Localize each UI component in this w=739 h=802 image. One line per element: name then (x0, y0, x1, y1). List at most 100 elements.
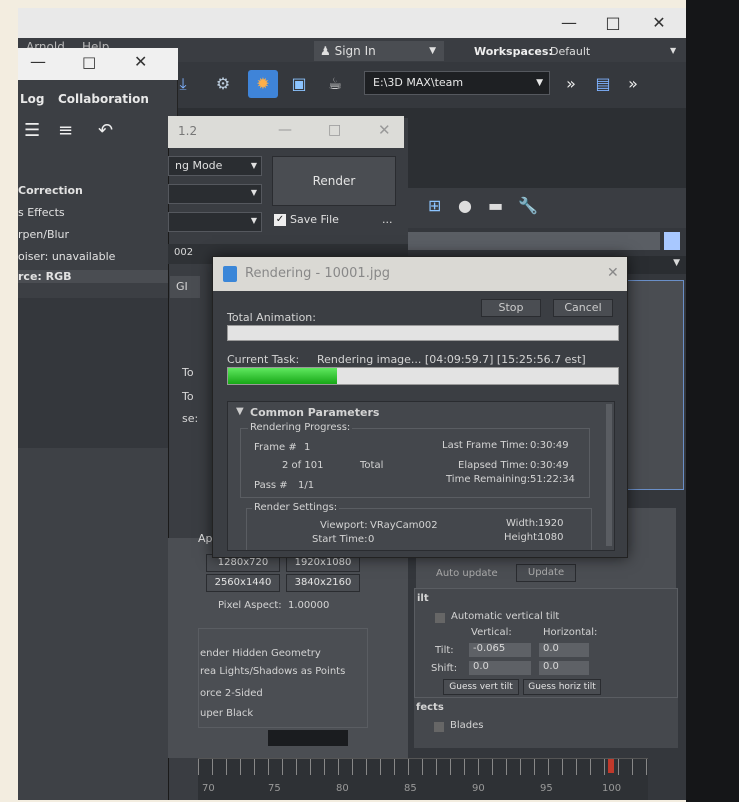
list-item[interactable]: rpen/Blur (18, 228, 69, 241)
sign-in-dropdown[interactable]: ♟ Sign In ▼ (314, 41, 444, 61)
list-item[interactable]: s Effects (18, 206, 65, 219)
tick-label: 100 (602, 783, 622, 794)
minimize-button[interactable]: — (554, 12, 584, 34)
window-title-bar: — □ ✕ (18, 8, 686, 38)
user-icon: ♟ (320, 44, 331, 58)
render-teapot-icon[interactable]: ☕ (320, 70, 350, 98)
start-time-label: Start Time: (312, 534, 368, 545)
vertical-label: Vertical: (471, 627, 512, 638)
render-button[interactable]: Render (272, 156, 396, 206)
render-setup-icon[interactable]: ✹ (248, 70, 278, 98)
width-label: Width: (506, 518, 539, 529)
chevron-down-icon: ▼ (250, 216, 257, 225)
height-value: 1080 (538, 532, 564, 543)
option-area-lights[interactable]: rea Lights/Shadows as Points (200, 666, 345, 677)
hierarchy-icon[interactable]: ⊞ (428, 196, 441, 215)
object-color-swatch[interactable] (664, 232, 680, 250)
maximize-button[interactable]: □ (82, 53, 96, 71)
total-label: Total (360, 460, 384, 471)
auto-tilt-label: Automatic vertical tilt (451, 611, 560, 622)
stop-button[interactable]: Stop (481, 299, 541, 317)
layers-icon[interactable]: ☰ (24, 120, 40, 141)
close-button[interactable]: ✕ (607, 265, 619, 281)
start-time-value: 0 (368, 534, 375, 545)
guess-vert-tilt-button[interactable]: Guess vert tilt (443, 679, 519, 695)
time-slider-handle[interactable] (608, 759, 614, 773)
tick-label: 85 (404, 783, 417, 794)
tilt-vertical-spinner[interactable]: -0.065 (469, 643, 531, 657)
tick-label: 90 (472, 783, 485, 794)
collapse-icon[interactable]: ▼ (236, 406, 244, 417)
list-item[interactable]: rce: RGB (18, 270, 168, 283)
close-button[interactable]: ✕ (378, 121, 391, 139)
pass-label: Pass # (254, 480, 288, 491)
option-force-2-sided[interactable]: orce 2-Sided (200, 688, 263, 699)
menu-collaboration[interactable]: Collaboration (58, 92, 149, 106)
close-button[interactable]: ✕ (134, 52, 147, 71)
blades-checkbox[interactable] (434, 722, 444, 732)
preset-2560x1440-button[interactable]: 2560x1440 (206, 574, 280, 592)
chevron-down-icon[interactable]: ▼ (670, 46, 676, 55)
color-swatch[interactable] (268, 730, 348, 746)
elapsed-time-label: Elapsed Time: (458, 460, 529, 471)
horizontal-label: Horizontal: (543, 627, 598, 638)
workspaces-value[interactable]: Default (550, 45, 590, 58)
auto-tilt-checkbox[interactable] (435, 613, 445, 623)
rendered-frame-icon[interactable]: ▣ (284, 70, 314, 98)
display-icon[interactable]: ▬ (488, 196, 503, 215)
shift-horizontal-spinner[interactable]: 0.0 (539, 661, 589, 675)
minimize-button[interactable]: — (278, 122, 292, 138)
viewport-label: Viewport: (320, 520, 368, 531)
tilt-label: Tilt: (435, 645, 454, 656)
list-icon[interactable]: ≡ (58, 120, 73, 141)
schematic-icon[interactable]: ⚙ (208, 70, 238, 98)
chevron-down-icon: ▼ (536, 78, 543, 88)
option-super-black[interactable]: uper Black (200, 708, 253, 719)
sphere-icon[interactable]: ● (458, 196, 472, 215)
workspaces-label: Workspaces: (474, 45, 553, 58)
last-frame-time-label: Last Frame Time: (442, 440, 529, 451)
render-setup-title-bar: 1.2 — □ ✕ (168, 116, 404, 148)
tilt-horizontal-spinner[interactable]: 0.0 (539, 643, 589, 657)
maximize-button[interactable]: □ (328, 122, 341, 138)
preset-dropdown[interactable]: ▼ (168, 184, 262, 204)
left-window: — □ ✕ Log Collaboration ☰ ≡ ↶ Correction… (18, 48, 178, 298)
common-parameters-panel: ▼ Common Parameters Rendering Progress: … (227, 401, 615, 551)
scrollbar[interactable] (606, 404, 612, 546)
pass-value: 1/1 (298, 480, 315, 491)
viewport-value: VRayCam002 (370, 520, 438, 531)
maximize-button[interactable]: □ (598, 12, 628, 34)
option-hidden-geometry[interactable]: ender Hidden Geometry (200, 648, 321, 659)
left-lower-panel (18, 448, 168, 800)
app-icon (223, 266, 237, 282)
more-button[interactable]: ... (382, 213, 393, 226)
cancel-button[interactable]: Cancel (553, 299, 613, 317)
renderer-dropdown[interactable]: ▼ (168, 212, 262, 232)
shift-vertical-spinner[interactable]: 0.0 (469, 661, 531, 675)
list-item[interactable]: oiser: unavailable (18, 250, 115, 263)
undo-icon[interactable]: ↶ (98, 120, 113, 141)
list-item[interactable]: Correction (18, 184, 83, 197)
guess-horiz-tilt-button[interactable]: Guess horiz tilt (523, 679, 601, 695)
frame-of-value: 2 of 101 (282, 460, 324, 471)
close-button[interactable]: ✕ (644, 12, 674, 34)
project-path-field[interactable]: E:\3D MAX\team ▼ (364, 71, 550, 95)
timeline-slider[interactable]: 70 75 80 85 90 95 100 (198, 758, 648, 800)
tab-gi[interactable]: GI (170, 276, 200, 298)
auto-update-label[interactable]: Auto update (436, 568, 498, 579)
save-icon[interactable]: ▤ (588, 70, 618, 98)
pixel-aspect-value[interactable]: 1.00000 (288, 600, 329, 611)
tilt-section-title: ilt (417, 593, 429, 604)
wrench-icon[interactable]: 🔧 (518, 196, 538, 215)
chevron-right-icon[interactable]: » (556, 70, 586, 98)
target-mode-dropdown[interactable]: ng Mode ▼ (168, 156, 262, 176)
object-name-field[interactable] (408, 232, 660, 250)
last-frame-time-value: 0:30:49 (530, 440, 569, 451)
render-settings-label: Render Settings: (252, 502, 340, 513)
minimize-button[interactable]: — (30, 52, 46, 71)
preset-3840x2160-button[interactable]: 3840x2160 (286, 574, 360, 592)
save-file-checkbox[interactable]: ✓ (274, 214, 286, 226)
menu-log[interactable]: Log (20, 92, 44, 106)
update-button[interactable]: Update (516, 564, 576, 582)
chevron-right-icon[interactable]: » (618, 70, 648, 98)
